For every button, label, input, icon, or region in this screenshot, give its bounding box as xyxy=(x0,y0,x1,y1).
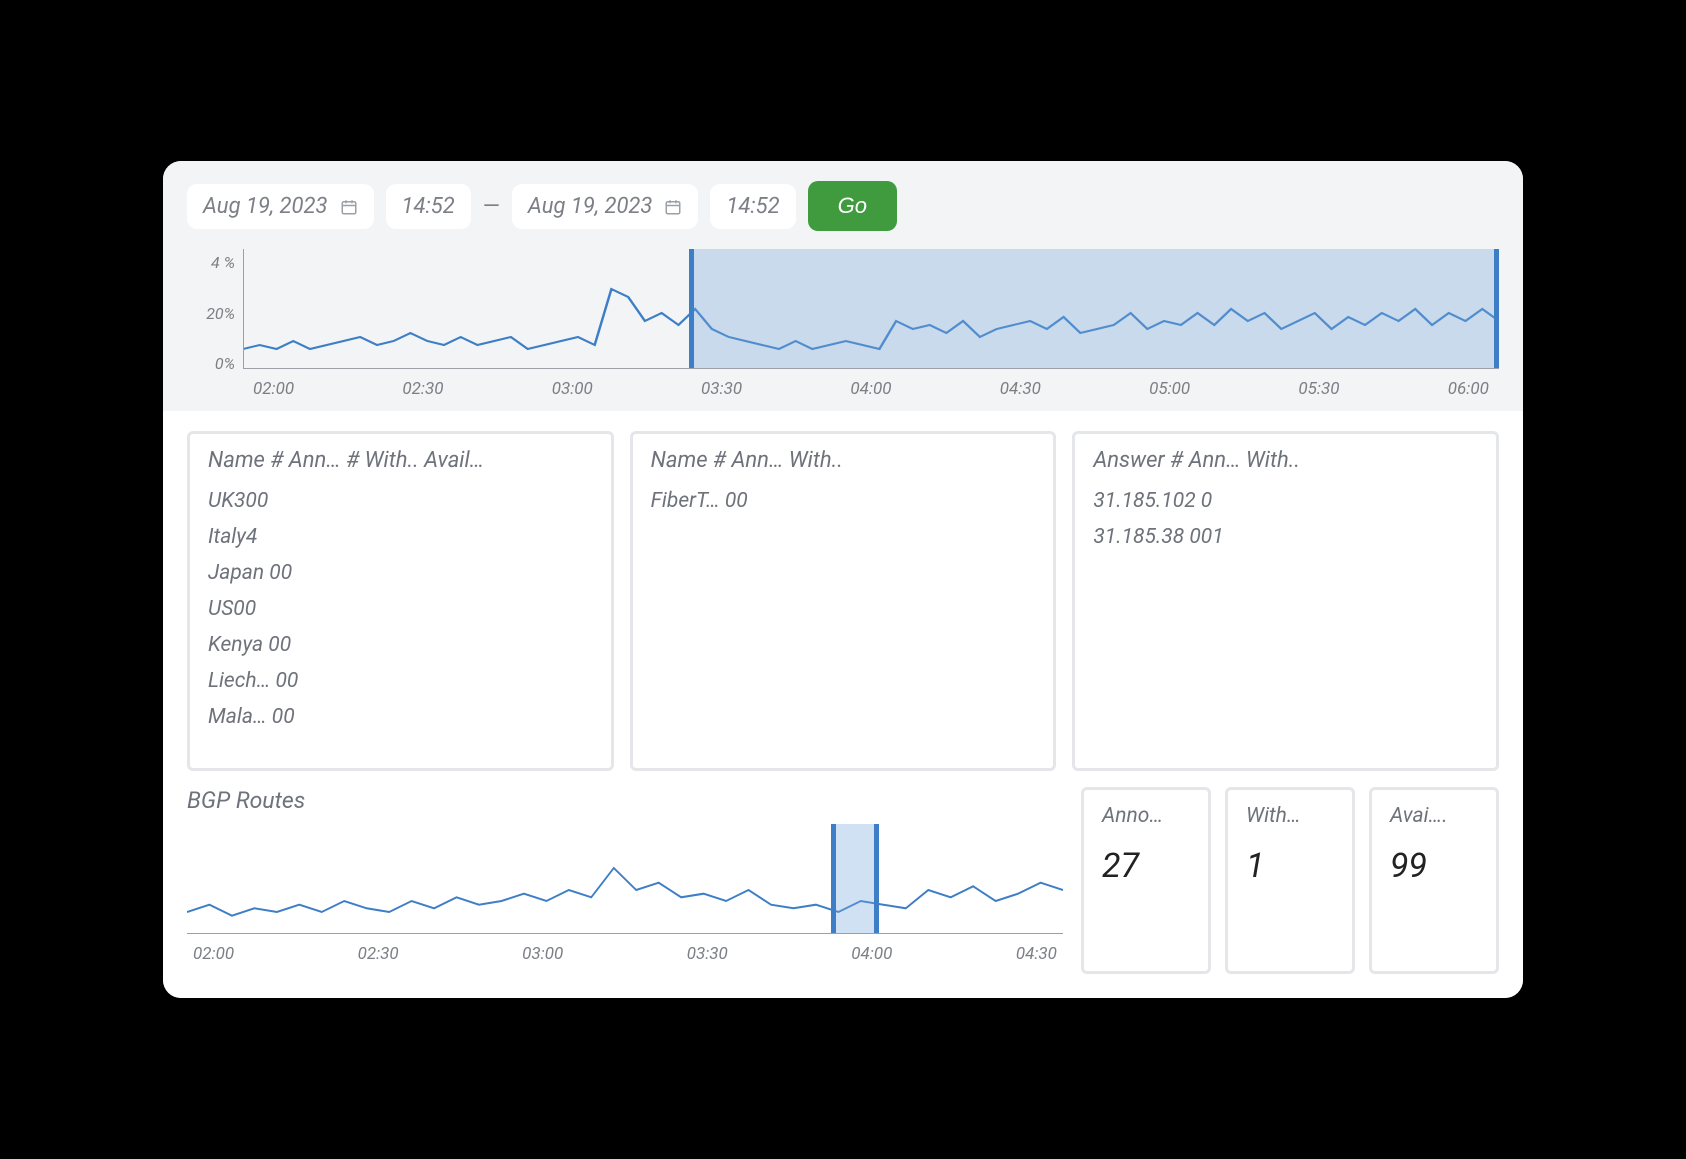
x-tick: 02:30 xyxy=(402,379,443,399)
x-tick: 06:00 xyxy=(1448,379,1489,399)
top-area: Aug 19, 2023 14:52 — Aug 19, 2023 14:52 … xyxy=(163,161,1523,411)
y-axis xyxy=(243,249,244,369)
range-separator: — xyxy=(483,194,500,219)
x-tick: 02:00 xyxy=(253,379,294,399)
panel-header: Name # Ann… # With.. Avail… xyxy=(208,448,593,473)
table-row[interactable]: Italy4 xyxy=(208,525,593,549)
chart-y-labels: 4 % 20% 0% xyxy=(187,249,243,399)
panel-header: Answer # Ann… With.. xyxy=(1093,448,1478,473)
y-tick: 4 % xyxy=(211,253,235,272)
x-tick: 02:00 xyxy=(193,944,234,964)
y-tick: 0% xyxy=(215,354,235,373)
app-window: Aug 19, 2023 14:52 — Aug 19, 2023 14:52 … xyxy=(163,161,1523,998)
end-time-value: 14:52 xyxy=(726,194,779,219)
x-tick: 03:00 xyxy=(552,379,593,399)
main-content: Name # Ann… # With.. Avail… UK300 Italy4 Ja… xyxy=(163,411,1523,998)
table-row[interactable]: Liech… 00 xyxy=(208,669,593,693)
data-panel: Name # Ann… With.. FiberT… 00 xyxy=(630,431,1057,771)
x-tick: 05:00 xyxy=(1149,379,1190,399)
table-row[interactable]: Japan 00 xyxy=(208,561,593,585)
x-tick: 02:30 xyxy=(358,944,399,964)
table-row[interactable]: 31.185.102 0 xyxy=(1093,489,1478,513)
x-axis xyxy=(243,368,1499,369)
table-row[interactable]: FiberT… 00 xyxy=(651,489,1036,513)
bottom-row: BGP Routes 02:00 02:30 03:00 03:30 04:00 04:3… xyxy=(187,787,1499,974)
end-date-value: Aug 19, 2023 xyxy=(528,194,653,219)
end-date-picker[interactable]: Aug 19, 2023 xyxy=(512,184,699,229)
start-date-picker[interactable]: Aug 19, 2023 xyxy=(187,184,374,229)
stat-value: 27 xyxy=(1102,846,1190,886)
time-selection[interactable] xyxy=(689,249,1499,369)
x-tick: 04:00 xyxy=(850,379,891,399)
y-tick: 20% xyxy=(206,304,235,323)
table-row[interactable]: US00 xyxy=(208,597,593,621)
x-axis xyxy=(187,933,1063,934)
start-time-value: 14:52 xyxy=(402,194,455,219)
stat-card: Avai…. 99 xyxy=(1369,787,1499,974)
x-tick: 05:30 xyxy=(1298,379,1339,399)
bgp-routes-section: BGP Routes 02:00 02:30 03:00 03:30 04:00 04:3… xyxy=(187,787,1063,974)
stat-label: Anno… xyxy=(1102,804,1190,828)
stat-card: Anno… 27 xyxy=(1081,787,1211,974)
chart-line xyxy=(187,824,1063,934)
overview-chart[interactable]: 4 % 20% 0% 02:00 02:30 03:00 03:30 04:00 04:3… xyxy=(187,249,1499,399)
stat-label: With… xyxy=(1246,804,1334,828)
chart-x-labels: 02:00 02:30 03:00 03:30 04:00 04:30 xyxy=(187,944,1063,964)
x-tick: 03:30 xyxy=(687,944,728,964)
x-tick: 03:00 xyxy=(522,944,563,964)
chart-x-labels: 02:00 02:30 03:00 03:30 04:00 04:30 05:00 05:30… xyxy=(243,379,1499,399)
start-date-value: Aug 19, 2023 xyxy=(203,194,328,219)
stat-cards: Anno… 27 With… 1 Avai…. 99 xyxy=(1081,787,1499,974)
start-time-input[interactable]: 14:52 xyxy=(386,184,471,229)
x-tick: 04:30 xyxy=(1016,944,1057,964)
bgp-chart[interactable]: 02:00 02:30 03:00 03:30 04:00 04:30 xyxy=(187,824,1063,974)
x-tick: 04:00 xyxy=(851,944,892,964)
table-row[interactable]: Mala… 00 xyxy=(208,705,593,729)
end-time-input[interactable]: 14:52 xyxy=(710,184,795,229)
go-button[interactable]: Go xyxy=(808,181,897,231)
x-tick: 04:30 xyxy=(1000,379,1041,399)
stat-value: 99 xyxy=(1390,846,1478,886)
bgp-title: BGP Routes xyxy=(187,787,1063,814)
time-selection[interactable] xyxy=(831,824,879,934)
date-range-row: Aug 19, 2023 14:52 — Aug 19, 2023 14:52 … xyxy=(187,181,1499,231)
table-row[interactable]: 31.185.38 001 xyxy=(1093,525,1478,549)
stat-value: 1 xyxy=(1246,846,1334,886)
panel-header: Name # Ann… With.. xyxy=(651,448,1036,473)
data-panel: Answer # Ann… With.. 31.185.102 0 31.185.3… xyxy=(1072,431,1499,771)
table-row[interactable]: Kenya 00 xyxy=(208,633,593,657)
calendar-icon xyxy=(340,197,358,215)
stat-card: With… 1 xyxy=(1225,787,1355,974)
x-tick: 03:30 xyxy=(701,379,742,399)
data-panel: Name # Ann… # With.. Avail… UK300 Italy4 Ja… xyxy=(187,431,614,771)
data-panels: Name # Ann… # With.. Avail… UK300 Italy4 Ja… xyxy=(187,431,1499,771)
table-row[interactable]: UK300 xyxy=(208,489,593,513)
calendar-icon xyxy=(664,197,682,215)
stat-label: Avai…. xyxy=(1390,804,1478,828)
